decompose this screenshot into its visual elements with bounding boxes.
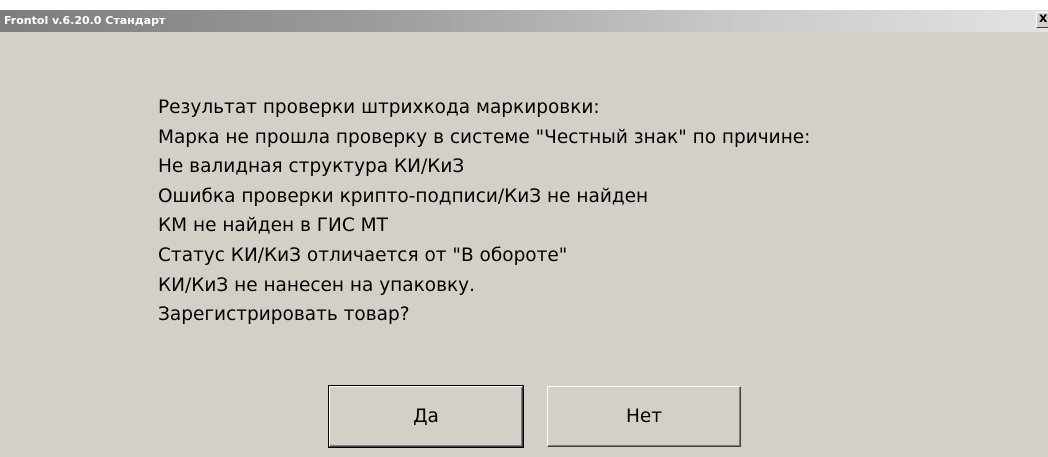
message-text: Результат проверки штрихкода маркировки:…	[158, 96, 1038, 333]
message-line: КИ/КиЗ не нанесен на упаковку.	[158, 274, 475, 296]
close-icon: x	[1039, 11, 1048, 26]
message-line: Зарегистрировать товар?	[158, 304, 410, 326]
close-button[interactable]: x	[1036, 11, 1048, 28]
screen-top-strip	[0, 0, 1048, 10]
message-line: Не валидная структура КИ/КиЗ	[158, 156, 465, 178]
no-button-label: Нет	[625, 406, 663, 427]
yes-button-label: Да	[413, 406, 439, 427]
title-bar[interactable]: Frontol v.6.20.0 Стандарт x	[0, 10, 1048, 32]
message-line: Результат проверки штрихкода маркировки:	[158, 97, 600, 118]
message-line: КМ не найден в ГИС МТ	[158, 215, 388, 237]
yes-button[interactable]: Да	[328, 385, 524, 448]
no-button[interactable]: Нет	[547, 386, 741, 447]
window-title: Frontol v.6.20.0 Стандарт	[4, 14, 166, 27]
message-line: Статус КИ/КиЗ отличается от "В обороте"	[158, 244, 568, 266]
dialog-window: Frontol v.6.20.0 Стандарт x Результат пр…	[0, 10, 1048, 457]
message-line: Ошибка проверки крипто-подписи/КиЗ не на…	[158, 185, 649, 207]
message-line: Марка не прошла проверку в системе "Чест…	[158, 126, 811, 148]
